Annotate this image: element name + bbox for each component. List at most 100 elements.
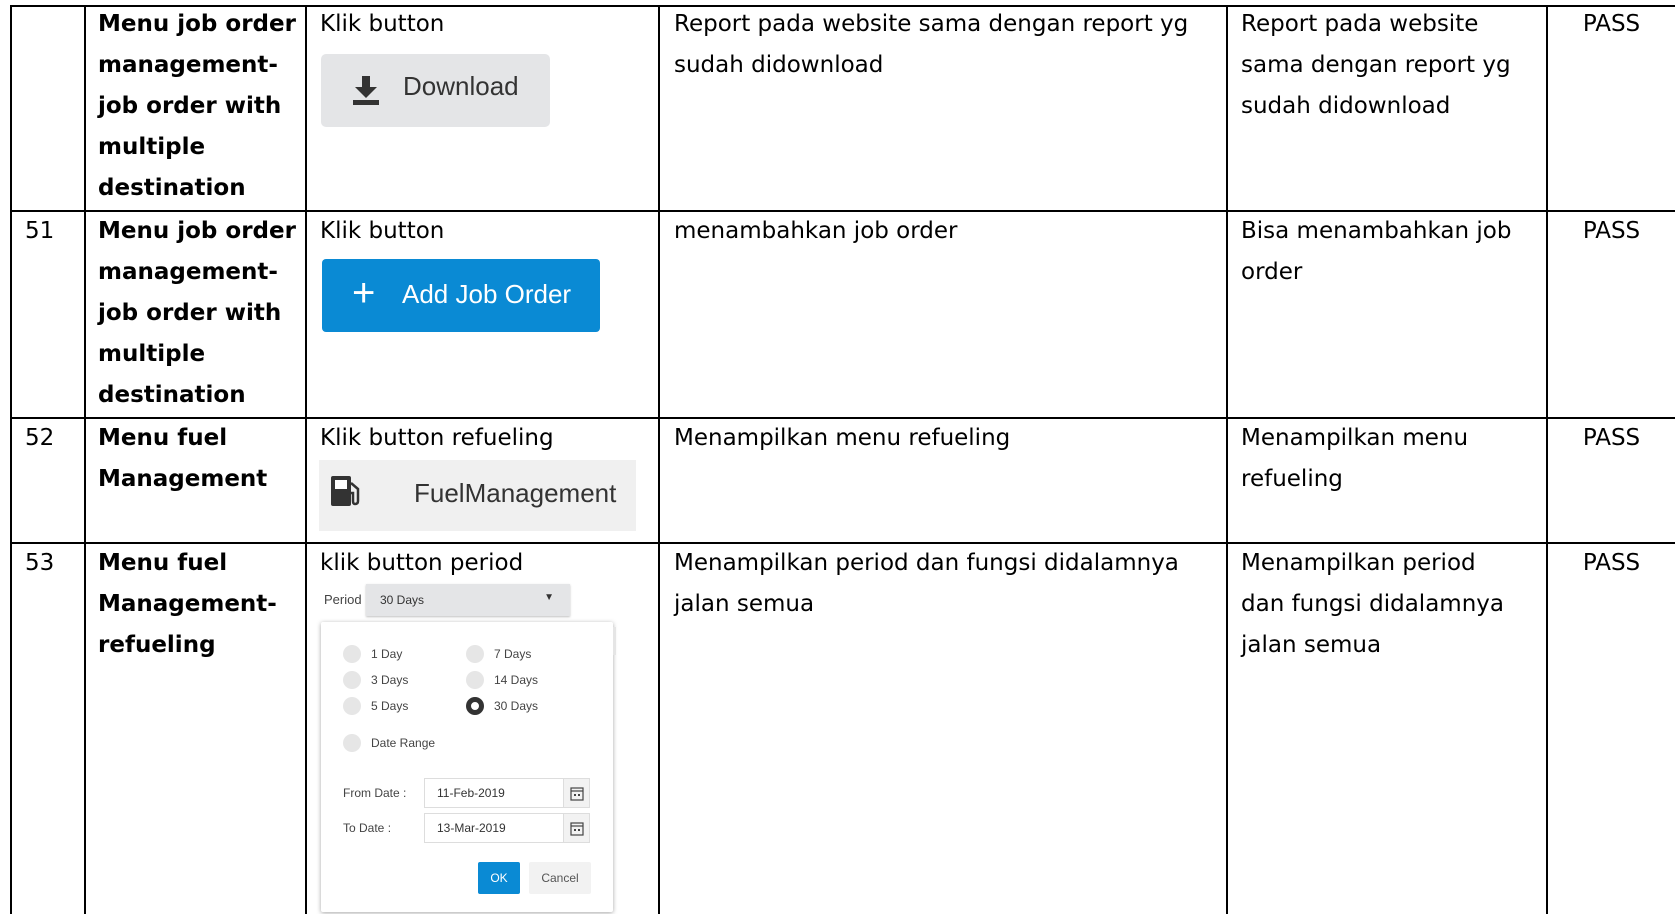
- actual-cell: Menampilkan menu refueling: [1241, 418, 1541, 500]
- download-label: Download: [403, 71, 519, 101]
- cancel-button[interactable]: Cancel: [529, 862, 591, 894]
- to-date-calendar-button[interactable]: [563, 813, 590, 843]
- radio-label: 30 Days: [494, 699, 539, 713]
- actual-cell: Menampilkan period dan fungsi didalamnya…: [1241, 543, 1541, 666]
- actual-line: order: [1241, 259, 1303, 285]
- download-button[interactable]: Download: [321, 54, 550, 127]
- feature-line: destination: [98, 175, 246, 201]
- from-date-input[interactable]: 11-Feb-2019: [424, 778, 564, 808]
- fuel-management-label: FuelManagement: [414, 478, 617, 508]
- feature-line: Management-: [98, 591, 277, 617]
- radio-dot: [343, 645, 361, 663]
- col-border: [1226, 5, 1228, 914]
- feature-line: job order with: [98, 300, 282, 326]
- radio-label: 5 Days: [371, 699, 409, 713]
- radio-14-days[interactable]: 14 Days: [466, 671, 538, 689]
- test-table: Menu job order management- job order wit…: [0, 0, 1675, 914]
- radio-label: 14 Days: [494, 673, 539, 687]
- feature-line: destination: [98, 382, 246, 408]
- col-border: [84, 5, 86, 914]
- expected-line: Menampilkan period dan fungsi didalamnya: [674, 550, 1179, 576]
- actual-line: Menampilkan period: [1241, 550, 1476, 576]
- ok-button[interactable]: OK: [478, 862, 520, 894]
- actual-line: refueling: [1241, 466, 1343, 492]
- feature-line: Menu fuel: [98, 425, 228, 451]
- radio-label: 7 Days: [494, 647, 532, 661]
- radio-label: 1 Day: [371, 647, 403, 661]
- radio-label: Date Range: [371, 736, 436, 750]
- col-border: [1546, 5, 1548, 914]
- expected-line: Report pada website sama dengan report y…: [674, 11, 1189, 37]
- expected-line: menambahkan job order: [674, 218, 958, 244]
- radio-5-days[interactable]: 5 Days: [343, 697, 408, 715]
- feature-cell: Menu job order management- job order wit…: [98, 4, 303, 209]
- actual-cell: Bisa menambahkan job order: [1241, 211, 1541, 293]
- result-cell: PASS: [1582, 425, 1641, 451]
- actual-line: sudah didownload: [1241, 93, 1451, 119]
- calendar-icon: [570, 822, 584, 836]
- feature-line: refueling: [98, 632, 216, 658]
- calendar-icon: [570, 787, 584, 801]
- expected-cell: menambahkan job order: [674, 211, 1219, 252]
- feature-line: Menu job order: [98, 11, 296, 37]
- period-label: Period: [324, 592, 362, 607]
- from-date-label: From Date :: [343, 786, 407, 800]
- step-cell: Klik button refueling: [320, 425, 554, 451]
- to-date-input[interactable]: 13-Mar-2019: [424, 813, 564, 843]
- col-border: [658, 5, 660, 914]
- add-job-order-button[interactable]: + Add Job Order: [322, 259, 600, 332]
- radio-dot: [343, 734, 361, 752]
- actual-line: sama dengan report yg: [1241, 52, 1511, 78]
- feature-line: Menu fuel: [98, 550, 228, 576]
- fuel-management-button[interactable]: FuelManagement: [319, 460, 636, 531]
- radio-dot: [343, 697, 361, 715]
- step-cell: Klik button: [320, 11, 445, 37]
- actual-line: Menampilkan menu: [1241, 425, 1469, 451]
- actual-line: dan fungsi didalamnya: [1241, 591, 1504, 617]
- feature-line: multiple: [98, 341, 206, 367]
- caret-down-icon: ▼: [544, 592, 554, 603]
- radio-label: 3 Days: [371, 673, 409, 687]
- expected-cell: Menampilkan menu refueling: [674, 418, 1219, 459]
- radio-dot: [466, 645, 484, 663]
- to-date-label: To Date :: [343, 821, 392, 835]
- actual-line: Bisa menambahkan job: [1241, 218, 1512, 244]
- radio-30-days[interactable]: 30 Days: [466, 697, 538, 715]
- number-cell: 51: [25, 218, 55, 244]
- period-selected-value: 30 Days: [380, 593, 425, 607]
- radio-date-range[interactable]: Date Range: [343, 734, 435, 752]
- result-cell: PASS: [1582, 550, 1641, 576]
- step-cell: klik button period: [320, 550, 524, 576]
- period-select[interactable]: 30 Days ▼: [366, 584, 570, 616]
- expected-cell: Report pada website sama dengan report y…: [674, 4, 1219, 86]
- col-border: [10, 5, 12, 914]
- feature-line: multiple: [98, 134, 206, 160]
- radio-1-day[interactable]: 1 Day: [343, 645, 402, 663]
- expected-cell: Menampilkan period dan fungsi didalamnya…: [674, 543, 1219, 625]
- feature-line: Menu job order: [98, 218, 296, 244]
- add-job-order-label: Add Job Order: [402, 279, 572, 309]
- step-cell: Klik button: [320, 218, 445, 244]
- period-dropdown-panel: 1 Day 7 Days 3 Days 14 Days 5 Days 30 Da…: [321, 622, 616, 912]
- radio-dot-selected: [466, 697, 484, 715]
- expected-line: jalan semua: [674, 591, 815, 617]
- feature-line: job order with: [98, 93, 282, 119]
- radio-3-days[interactable]: 3 Days: [343, 671, 408, 689]
- feature-line: management-: [98, 52, 278, 78]
- feature-cell: Menu fuel Management: [98, 418, 303, 500]
- expected-line: sudah didownload: [674, 52, 884, 78]
- radio-dot: [343, 671, 361, 689]
- expected-line: Menampilkan menu refueling: [674, 425, 1011, 451]
- number-cell: 52: [25, 425, 55, 451]
- number-cell: 53: [25, 550, 55, 576]
- radio-7-days[interactable]: 7 Days: [466, 645, 531, 663]
- result-cell: PASS: [1582, 11, 1641, 37]
- from-date-calendar-button[interactable]: [563, 778, 590, 808]
- feature-line: Management: [98, 466, 268, 492]
- feature-cell: Menu fuel Management- refueling: [98, 543, 303, 666]
- actual-line: jalan semua: [1241, 632, 1382, 658]
- feature-cell: Menu job order management- job order wit…: [98, 211, 303, 416]
- feature-line: management-: [98, 259, 278, 285]
- result-cell: PASS: [1582, 218, 1641, 244]
- radio-dot: [466, 671, 484, 689]
